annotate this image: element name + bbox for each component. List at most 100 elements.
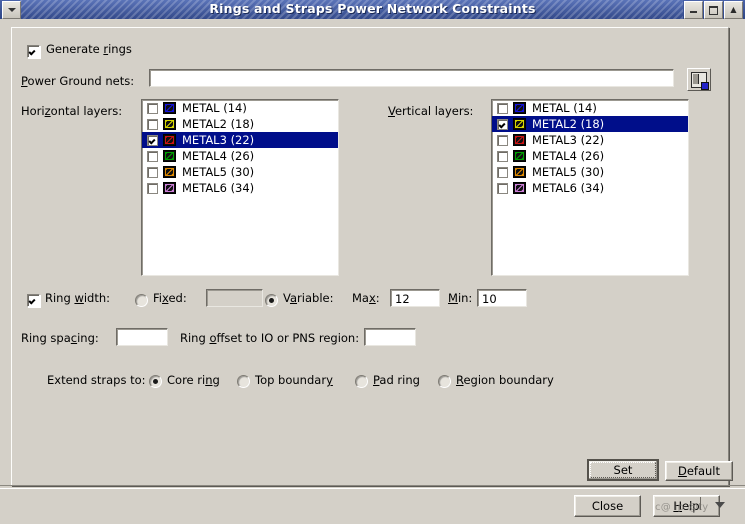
close-button[interactable]: ▲ xyxy=(724,1,743,19)
power-ground-nets-label: Power Ground nets: xyxy=(21,74,135,88)
list-item[interactable]: METAL5 (30) xyxy=(492,164,688,180)
horizontal-layers-label: Horizontal layers: xyxy=(21,104,123,118)
layer-name: METAL4 (26) xyxy=(532,149,605,163)
close-footer-button[interactable]: Close xyxy=(574,495,641,517)
list-item[interactable]: METAL5 (30) xyxy=(142,164,338,180)
layer-name: METAL6 (34) xyxy=(182,181,255,195)
extend-straps-core-ring-radio[interactable] xyxy=(149,375,162,388)
ring-spacing-label: Ring spacing: xyxy=(21,331,99,345)
generate-rings-label: Generate rings xyxy=(46,42,132,56)
ring-width-variable-label: Variable: xyxy=(283,291,334,305)
list-item[interactable]: METAL2 (18) xyxy=(492,116,688,132)
layer-name: METAL3 (22) xyxy=(532,133,605,147)
extend-straps-label: Extend straps to: xyxy=(47,373,146,387)
layer-name: METAL6 (34) xyxy=(532,181,605,195)
main-panel: Generate rings Power Ground nets: Horizo… xyxy=(11,27,733,486)
ring-width-checkbox[interactable] xyxy=(27,294,40,307)
horizontal-layer-checkbox[interactable] xyxy=(147,166,158,178)
ring-width-max-label: Max: xyxy=(352,291,380,305)
generate-rings-checkbox[interactable] xyxy=(27,45,40,58)
ring-offset-input[interactable] xyxy=(364,328,416,346)
list-item[interactable]: METAL2 (18) xyxy=(142,116,338,132)
list-item[interactable]: METAL4 (26) xyxy=(142,148,338,164)
horizontal-layer-checkbox[interactable] xyxy=(147,182,158,194)
list-item[interactable]: METAL4 (26) xyxy=(492,148,688,164)
layer-name: METAL5 (30) xyxy=(182,165,255,179)
ring-width-max-input[interactable]: 12 xyxy=(390,289,440,307)
set-button[interactable]: Set xyxy=(587,459,659,481)
set-button-label: Set xyxy=(613,463,633,477)
maximize-button[interactable] xyxy=(704,1,723,19)
layer-color-swatch xyxy=(163,102,176,114)
overlay-watermark-bar xyxy=(700,497,701,510)
vertical-layer-checkbox[interactable] xyxy=(497,134,508,146)
layer-color-swatch xyxy=(163,134,176,146)
vertical-layer-checkbox[interactable] xyxy=(497,150,508,162)
maximize-icon xyxy=(709,5,718,15)
ring-offset-label: Ring offset to IO or PNS region: xyxy=(180,331,360,345)
vertical-layer-checkbox[interactable] xyxy=(497,182,508,194)
list-item[interactable]: METAL (14) xyxy=(492,100,688,116)
net-picker-button[interactable] xyxy=(687,68,711,91)
window-title: Rings and Straps Power Network Constrain… xyxy=(209,1,536,16)
layer-color-swatch xyxy=(513,102,526,114)
power-ground-nets-input[interactable] xyxy=(149,69,674,87)
extend-straps-top-boundary-radio[interactable] xyxy=(237,375,250,388)
ring-width-fixed-radio[interactable] xyxy=(135,294,148,307)
horizontal-layer-checkbox[interactable] xyxy=(147,134,158,146)
vertical-layers-list[interactable]: METAL (14) METAL2 (18) METAL3 (22) METAL4 (… xyxy=(491,99,689,276)
list-item[interactable]: METAL6 (34) xyxy=(492,180,688,196)
layer-name: METAL5 (30) xyxy=(532,165,605,179)
extend-straps-pad-ring-label: Pad ring xyxy=(373,373,420,387)
layer-color-swatch xyxy=(163,118,176,130)
layer-name: METAL4 (26) xyxy=(182,149,255,163)
list-item[interactable]: METAL3 (22) xyxy=(492,132,688,148)
vertical-layers-label: Vertical layers: xyxy=(388,104,474,118)
ring-spacing-input[interactable] xyxy=(116,328,168,346)
layer-color-swatch xyxy=(163,150,176,162)
vertical-layer-checkbox[interactable] xyxy=(497,118,508,130)
list-item[interactable]: METAL (14) xyxy=(142,100,338,116)
ring-width-min-input[interactable]: 10 xyxy=(477,289,527,307)
close-button-label: Close xyxy=(591,499,624,513)
horizontal-layer-checkbox[interactable] xyxy=(147,150,158,162)
minimize-icon xyxy=(690,11,697,13)
ring-width-min-label: Min: xyxy=(448,291,473,305)
layer-color-swatch xyxy=(163,182,176,194)
horizontal-layers-list[interactable]: METAL (14) METAL2 (18) METAL3 (22) METAL4 (… xyxy=(141,99,339,276)
net-picker-icon xyxy=(691,71,709,90)
minimize-button[interactable] xyxy=(684,1,703,19)
default-button-label: Default xyxy=(677,464,721,478)
layer-color-swatch xyxy=(513,134,526,146)
layer-color-swatch xyxy=(513,182,526,194)
ring-width-label: Ring width: xyxy=(45,291,111,305)
set-button-inner: Set xyxy=(590,462,656,478)
footer-separator xyxy=(0,485,745,489)
default-button[interactable]: Default xyxy=(665,461,733,481)
layer-color-swatch xyxy=(513,118,526,130)
layer-name: METAL2 (18) xyxy=(182,117,255,131)
overlay-watermark-caret-icon xyxy=(715,502,725,508)
extend-straps-top-boundary-label: Top boundary xyxy=(255,373,333,387)
layer-color-swatch xyxy=(163,166,176,178)
layer-name: METAL3 (22) xyxy=(182,133,255,147)
layer-name: METAL (14) xyxy=(532,101,597,115)
list-item[interactable]: METAL6 (34) xyxy=(142,180,338,196)
extend-straps-core-ring-label: Core ring xyxy=(167,373,220,387)
horizontal-layer-checkbox[interactable] xyxy=(147,118,158,130)
vertical-layer-checkbox[interactable] xyxy=(497,102,508,114)
vertical-layer-checkbox[interactable] xyxy=(497,166,508,178)
ring-width-fixed-input[interactable] xyxy=(206,289,263,307)
extend-straps-region-boundary-radio[interactable] xyxy=(438,375,451,388)
dialog-window: Rings and Straps Power Network Constrain… xyxy=(0,0,745,524)
horizontal-layer-checkbox[interactable] xyxy=(147,102,158,114)
layer-color-swatch xyxy=(513,166,526,178)
extend-straps-region-boundary-label: Region boundary xyxy=(456,373,554,387)
layer-name: METAL2 (18) xyxy=(532,117,605,131)
ring-width-variable-radio[interactable] xyxy=(265,294,278,307)
close-icon: ▲ xyxy=(730,5,737,14)
layer-color-swatch xyxy=(513,150,526,162)
extend-straps-pad-ring-radio[interactable] xyxy=(355,375,368,388)
dialog-body: Generate rings Power Ground nets: Horizo… xyxy=(0,19,745,524)
list-item[interactable]: METAL3 (22) xyxy=(142,132,338,148)
